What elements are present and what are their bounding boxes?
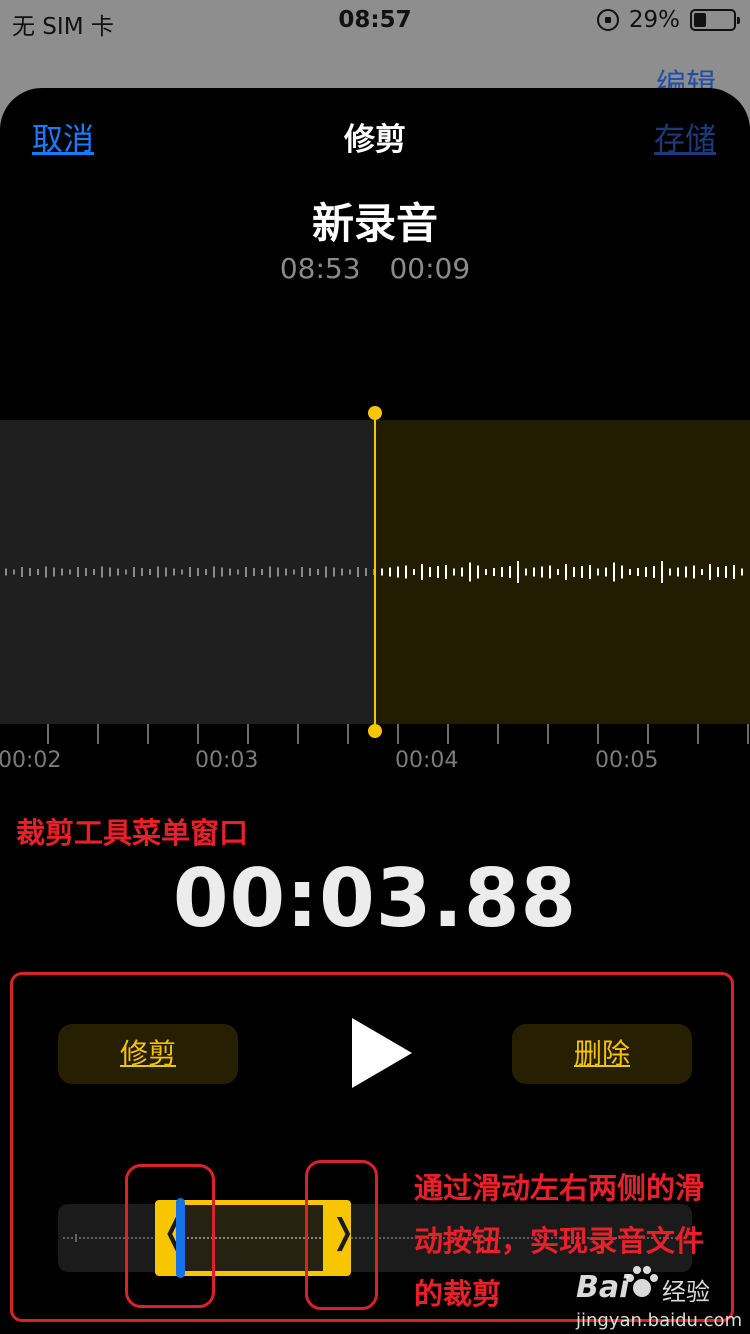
ruler-label: 00:04 <box>395 748 459 773</box>
annotation-box-right-handle <box>305 1160 378 1310</box>
watermark-sub: 经验 <box>662 1278 710 1306</box>
annotation-box-left-handle <box>125 1164 215 1308</box>
playhead-top-handle[interactable] <box>368 406 382 420</box>
battery-icon <box>690 9 740 31</box>
recording-title: 新录音 <box>311 199 438 248</box>
battery-percent: 29% <box>628 7 680 33</box>
annotation-menu-window: 裁剪工具菜单窗口 <box>16 816 249 850</box>
recording-created-time: 08:53 <box>279 252 361 285</box>
recording-meta: 08:53 00:09 <box>0 252 750 285</box>
recording-duration: 00:09 <box>389 252 471 285</box>
waveform-editor[interactable] <box>0 406 750 738</box>
watermark-url: jingyan.baidu.com <box>576 1310 743 1331</box>
baidu-jingyan-watermark: Bai 经验 jingyan.baidu.com <box>576 1262 742 1334</box>
save-button[interactable]: 存储 <box>654 114 716 159</box>
ruler-ticks <box>47 724 749 744</box>
ruler-label: 00:03 <box>195 748 259 773</box>
trim-button[interactable]: 修剪 <box>58 1024 238 1084</box>
orientation-lock-icon <box>596 9 619 31</box>
playhead-line[interactable] <box>374 412 376 732</box>
ruler-label: 00:05 <box>595 748 659 773</box>
baidu-paw-icon <box>626 1266 658 1297</box>
current-time-readout: 00:03.88 <box>172 852 578 945</box>
play-icon[interactable] <box>350 1016 414 1090</box>
status-right-group: 29% <box>596 7 740 33</box>
status-bar: 无 SIM 卡 08:57 29% <box>0 0 750 40</box>
delete-button[interactable]: 删除 <box>512 1024 692 1084</box>
ruler-label: 00:02 <box>0 748 62 773</box>
time-ruler: 00:02 00:03 00:04 00:05 <box>0 724 750 784</box>
sheet-title: 修剪 <box>344 122 406 158</box>
